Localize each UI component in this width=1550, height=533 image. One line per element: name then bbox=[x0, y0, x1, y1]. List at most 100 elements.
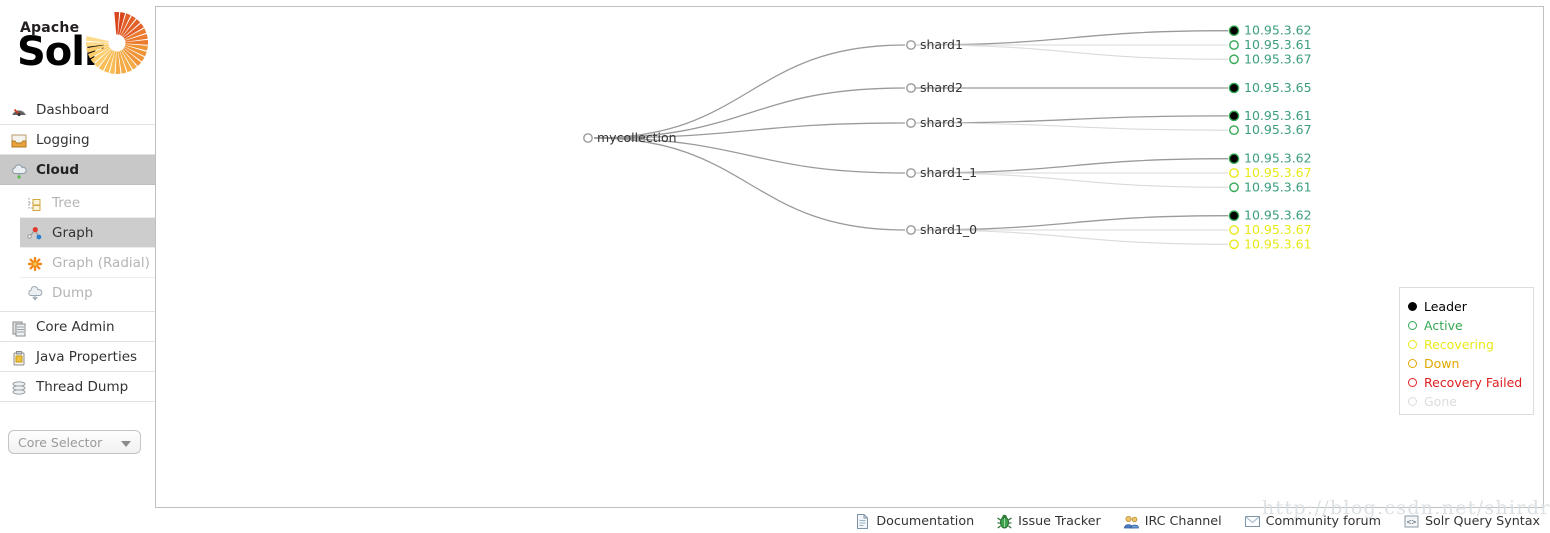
replica-node-recovering[interactable] bbox=[1229, 239, 1239, 250]
core-selector-label: Core Selector bbox=[18, 435, 103, 450]
replica-node-recovering[interactable] bbox=[1229, 225, 1239, 235]
replica-ip-label: 10.95.3.67 bbox=[1244, 222, 1312, 237]
shard-node[interactable] bbox=[906, 225, 916, 235]
footer-link-label: Solr Query Syntax bbox=[1424, 513, 1540, 528]
shard-label: shard1 bbox=[920, 37, 963, 52]
replica-node-leader[interactable] bbox=[1228, 210, 1240, 221]
sidebar-item-label: Thread Dump bbox=[36, 379, 129, 395]
sidebar-item-tree[interactable]: Tree bbox=[20, 188, 155, 218]
graph-links bbox=[593, 30, 1229, 245]
sidebar-item-graph-radial[interactable]: Graph (Radial) bbox=[20, 248, 155, 278]
replica-node-leader[interactable] bbox=[1228, 82, 1240, 94]
footer-link-community-forum[interactable]: Community forum bbox=[1244, 511, 1381, 531]
collection-node[interactable] bbox=[583, 133, 593, 143]
sidebar-item-thread-dump[interactable]: Thread Dump bbox=[0, 372, 155, 402]
shard-node[interactable] bbox=[906, 118, 916, 128]
legend-row-down: Down bbox=[1400, 354, 1533, 373]
sidebar-item-label: Graph bbox=[52, 225, 94, 241]
replica-node-active[interactable] bbox=[1229, 125, 1239, 136]
java-properties-icon bbox=[10, 348, 28, 366]
replica-node-leader[interactable] bbox=[1228, 110, 1240, 122]
legend-gone-dot-icon bbox=[1408, 397, 1417, 406]
sidebar-item-core-admin[interactable]: Core Admin bbox=[0, 312, 155, 342]
shard-label: shard3 bbox=[920, 115, 963, 130]
dashboard-gauge-icon bbox=[10, 101, 28, 119]
replica-node-recovering[interactable] bbox=[1229, 168, 1239, 178]
sidebar-nav: Dashboard Logging Cloud Tree Graph Graph… bbox=[0, 95, 155, 402]
sidebar-item-label: Logging bbox=[36, 132, 90, 148]
sidebar-item-dashboard[interactable]: Dashboard bbox=[0, 95, 155, 125]
cloud-icon bbox=[10, 161, 28, 179]
footer-link-label: Community forum bbox=[1265, 513, 1381, 528]
core-selector-dropdown[interactable]: Core Selector bbox=[8, 430, 141, 454]
sidebar-item-label: Dump bbox=[52, 285, 93, 301]
replica-ip-label: 10.95.3.61 bbox=[1244, 236, 1312, 251]
legend-rows: Leader Active Recovering Down Recovery Faile… bbox=[1400, 288, 1533, 411]
shard-node[interactable] bbox=[906, 168, 916, 178]
sidebar-item-graph[interactable]: Graph bbox=[20, 218, 155, 248]
footer-link-issue-tracker[interactable]: Issue Tracker bbox=[996, 511, 1101, 531]
shard-label: shard1_1 bbox=[920, 165, 977, 180]
envelope-icon bbox=[1244, 513, 1261, 530]
radial-asterisk-icon bbox=[26, 254, 44, 272]
footer-link-documentation[interactable]: Documentation bbox=[854, 511, 974, 531]
collection-label: mycollection bbox=[597, 130, 677, 145]
footer-links: Documentation Issue Tracker IRC Channel … bbox=[155, 509, 1544, 533]
graph-nodes: 10.95.3.6210.95.3.6110.95.3.6710.95.3.65… bbox=[583, 23, 1312, 251]
document-icon bbox=[854, 513, 871, 530]
shard-node[interactable] bbox=[906, 40, 916, 50]
legend-row-gone: Gone bbox=[1400, 392, 1533, 411]
sidebar-item-java-properties[interactable]: Java Properties bbox=[0, 342, 155, 372]
replica-node-active[interactable] bbox=[1229, 54, 1239, 65]
cloud-subnav: Tree Graph Graph (Radial) Dump bbox=[0, 185, 155, 312]
legend-row-active: Active bbox=[1400, 316, 1533, 335]
solr-logo[interactable]: Apache Solr bbox=[8, 6, 148, 84]
code-icon: <> bbox=[1403, 513, 1420, 530]
legend-failed-dot-icon bbox=[1408, 378, 1417, 387]
legend-label: Gone bbox=[1424, 394, 1457, 409]
sidebar-item-label: Tree bbox=[52, 195, 81, 211]
replica-node-leader[interactable] bbox=[1228, 25, 1240, 37]
cloud-graph-panel: 10.95.3.62 10.95.3.61 10.95.3.67 10.95.3.65… bbox=[155, 6, 1544, 508]
dump-cloud-icon bbox=[26, 284, 44, 302]
logging-tray-icon bbox=[10, 131, 28, 149]
solr-admin-page: Apache Solr Dashboard Logging Cloud Tree… bbox=[0, 0, 1550, 533]
graph-link bbox=[593, 137, 906, 231]
sidebar-item-label: Graph (Radial) bbox=[52, 255, 150, 271]
legend-row-leader: Leader bbox=[1400, 297, 1533, 316]
svg-text:<>: <> bbox=[1407, 518, 1417, 527]
footer-link-label: Documentation bbox=[876, 513, 975, 528]
replica-ip-label: 10.95.3.61 bbox=[1244, 37, 1312, 52]
replica-ip-label: 10.95.3.67 bbox=[1244, 122, 1312, 137]
replica-node-active[interactable] bbox=[1229, 182, 1239, 193]
shard-node[interactable] bbox=[906, 83, 916, 93]
people-icon bbox=[1123, 513, 1140, 530]
sidebar-item-cloud[interactable]: Cloud bbox=[0, 155, 155, 185]
graph-legend: Leader Active Recovering Down Recovery Faile… bbox=[1399, 287, 1534, 415]
footer-link-label: IRC Channel bbox=[1144, 513, 1222, 528]
legend-label: Recovery Failed bbox=[1424, 375, 1523, 390]
legend-row-failed: Recovery Failed bbox=[1400, 373, 1533, 392]
core-admin-icon bbox=[10, 318, 28, 337]
replica-ip-label: 10.95.3.62 bbox=[1244, 23, 1312, 38]
replica-ip-label: 10.95.3.62 bbox=[1244, 151, 1312, 166]
replica-ip-label: 10.95.3.65 bbox=[1244, 80, 1312, 95]
graph-icon bbox=[26, 224, 44, 242]
legend-label: Recovering bbox=[1424, 337, 1494, 352]
bug-icon bbox=[996, 513, 1013, 530]
sidebar: Apache Solr Dashboard Logging Cloud Tree… bbox=[0, 0, 155, 533]
legend-active-dot-icon bbox=[1408, 321, 1417, 330]
sidebar-item-dump[interactable]: Dump bbox=[20, 278, 155, 308]
shard-label: shard2 bbox=[920, 80, 963, 95]
sidebar-item-logging[interactable]: Logging bbox=[0, 125, 155, 155]
sidebar-item-label: Cloud bbox=[36, 162, 80, 178]
replica-node-leader[interactable] bbox=[1228, 153, 1240, 164]
replica-node-active[interactable] bbox=[1229, 40, 1239, 50]
footer-link-irc-channel[interactable]: IRC Channel bbox=[1123, 511, 1222, 531]
thread-dump-icon bbox=[10, 378, 28, 396]
sidebar-item-label: Dashboard bbox=[36, 102, 110, 118]
solr-sunburst-icon bbox=[86, 12, 148, 74]
replica-ip-label: 10.95.3.61 bbox=[1244, 108, 1312, 123]
cloud-graph[interactable]: 10.95.3.6210.95.3.6110.95.3.6710.95.3.65… bbox=[156, 7, 1543, 507]
footer-link-solr-query-syntax[interactable]: <> Solr Query Syntax bbox=[1403, 511, 1540, 531]
